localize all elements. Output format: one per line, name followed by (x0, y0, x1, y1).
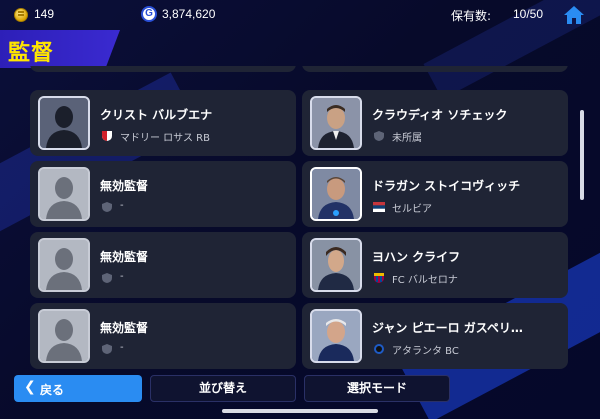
coach-card[interactable]: 無効監督 - (30, 161, 296, 227)
coach-name: クリスト バルブエナ (100, 108, 213, 122)
coach-portrait (310, 238, 362, 292)
coach-card[interactable]: クリスト バルブエナ マドリー ロサス RB (30, 90, 296, 156)
coach-card[interactable]: 無効監督 - (30, 232, 296, 298)
home-icon[interactable] (563, 4, 585, 26)
shield-icon (102, 344, 112, 354)
scrollbar[interactable] (580, 110, 584, 200)
team-name: アタランタ BC (392, 346, 459, 357)
coach-portrait (38, 309, 90, 363)
back-label: 戻る (40, 383, 65, 397)
gp-icon: G (141, 6, 157, 22)
team-name: - (120, 342, 124, 353)
coach-card[interactable]: 無効監督 - (30, 303, 296, 369)
coach-photo (312, 169, 360, 219)
coach-portrait (310, 167, 362, 221)
coach-portrait (38, 96, 90, 150)
gp-value: 3,874,620 (162, 7, 216, 21)
coach-portrait (310, 309, 362, 363)
silhouette-icon (40, 240, 88, 290)
team-name: マドリー ロサス RB (120, 133, 210, 144)
page-title: 監督 (8, 41, 55, 66)
team-name: セルビア (392, 204, 432, 215)
holdings-value: 10/50 (513, 7, 544, 21)
atalanta-crest-icon (374, 344, 384, 354)
partial-card[interactable] (302, 66, 568, 72)
coach-photo (312, 311, 360, 361)
team-crest-icon (102, 131, 112, 141)
top-bar: 149 G 3,874,620 保有数: 10/50 (0, 0, 600, 30)
home-indicator[interactable] (222, 409, 378, 413)
coach-name: 無効監督 (100, 179, 149, 193)
chevron-left-icon: ❮ (24, 379, 36, 395)
coach-card[interactable]: ジャン ピエーロ ガスペリ… アタランタ BC (302, 303, 568, 369)
serbia-flag-icon (373, 202, 385, 212)
silhouette-icon (40, 311, 88, 361)
coach-list: クリスト バルブエナ マドリー ロサス RB クラウディオ ソチェック 未所属 (30, 66, 574, 372)
coach-portrait (38, 238, 90, 292)
barcelona-crest-icon (374, 273, 384, 283)
shield-icon (102, 202, 112, 212)
holdings-label: 保有数: (451, 9, 492, 23)
coach-name: クラウディオ ソチェック (372, 108, 508, 122)
sort-button[interactable]: 並び替え (150, 375, 296, 402)
coach-card[interactable]: ヨハン クライフ FC バルセロナ (302, 232, 568, 298)
team-name: - (120, 271, 124, 282)
team-name: 未所属 (392, 133, 422, 144)
shield-icon (102, 273, 112, 283)
coach-portrait (310, 96, 362, 150)
coach-name: ジャン ピエーロ ガスペリ… (372, 321, 523, 335)
coach-name: 無効監督 (100, 250, 149, 264)
team-name: - (120, 200, 124, 211)
coins-value: 149 (34, 7, 55, 21)
coin-icon (14, 8, 28, 22)
partial-card[interactable] (30, 66, 296, 72)
shield-icon (374, 131, 384, 141)
coach-name: ヨハン クライフ (372, 250, 461, 264)
coach-name: ドラガン ストイコヴィッチ (372, 179, 521, 193)
coach-name: 無効監督 (100, 321, 149, 335)
team-name: FC バルセロナ (392, 275, 458, 286)
coach-card[interactable]: ドラガン ストイコヴィッチ セルビア (302, 161, 568, 227)
coach-portrait (38, 167, 90, 221)
silhouette-icon (40, 98, 88, 148)
coach-photo (312, 98, 360, 148)
coach-card[interactable]: クラウディオ ソチェック 未所属 (302, 90, 568, 156)
back-button[interactable]: ❮ 戻る (14, 375, 142, 402)
select-mode-button[interactable]: 選択モード (304, 375, 450, 402)
silhouette-icon (40, 169, 88, 219)
coach-photo (312, 240, 360, 290)
